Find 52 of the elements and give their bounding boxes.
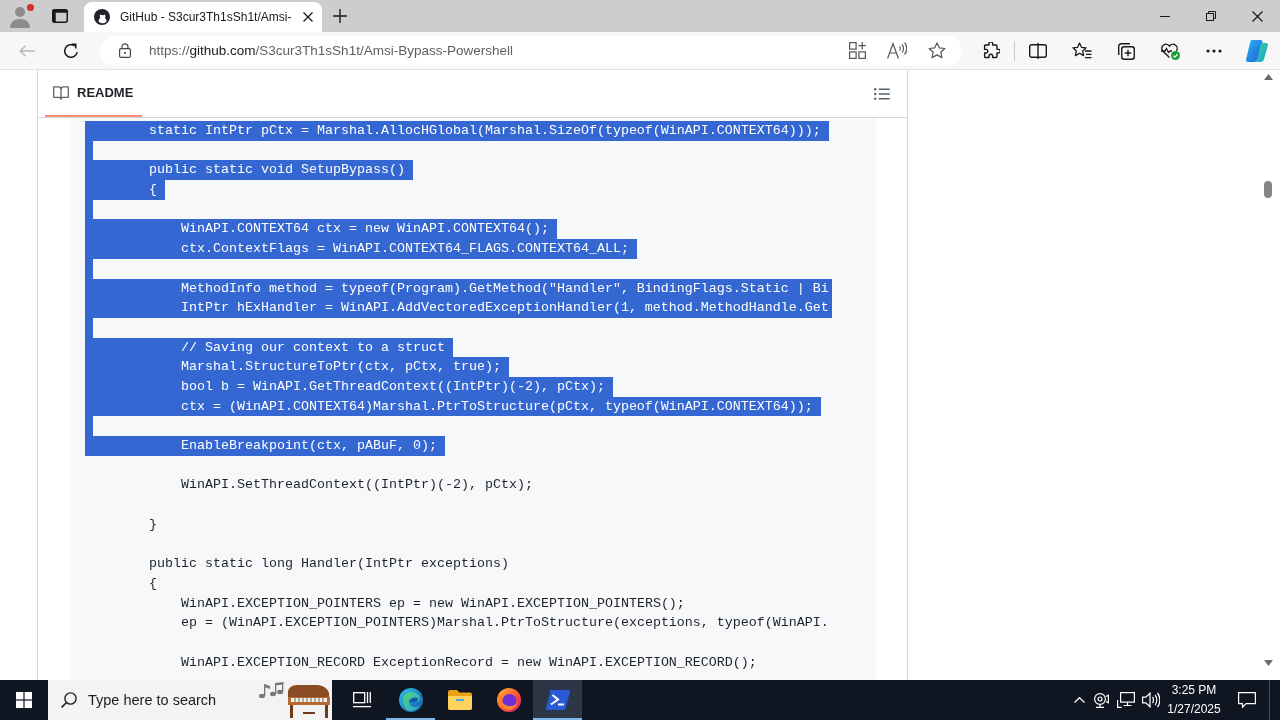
chevron-up-icon[interactable] [1073, 697, 1085, 703]
tab-actions-icon[interactable] [52, 9, 68, 23]
browser-icon[interactable] [398, 688, 423, 712]
star-icon[interactable] [928, 42, 946, 59]
address-field[interactable]: https://github.com/S3cur3Th1sSh1t/Amsi-Bypass-Powershell [100, 35, 962, 66]
close-tab-icon[interactable] [303, 12, 313, 22]
code-line: WinAPI.SetThreadContext((IntPtr)(-2), pCtx); [181, 477, 533, 493]
puzzle-icon[interactable] [982, 41, 1000, 60]
code-line: } [149, 516, 157, 532]
clock-date[interactable]: 1/27/2025 [1167, 700, 1221, 719]
scrollbar-thumb[interactable] [1264, 181, 1272, 198]
plus-icon[interactable] [333, 9, 347, 23]
outline-list-icon[interactable] [874, 87, 890, 100]
profile-avatar-icon[interactable] [10, 4, 34, 28]
code-line: WinAPI.EXCEPTION_POINTERS ep = new WinAPI.EXCEPTION_POINTERS(); [181, 595, 685, 611]
webcam-icon[interactable] [1093, 692, 1109, 708]
restore-icon[interactable] [1206, 11, 1216, 21]
more-icon[interactable] [1206, 48, 1222, 53]
search-bar[interactable]: Type here to search [48, 680, 332, 720]
split-screen-icon[interactable] [1029, 42, 1047, 59]
cat-logo-icon [94, 9, 110, 25]
favorites-icon[interactable] [1072, 42, 1092, 59]
network-icon[interactable] [1117, 692, 1135, 708]
terminal-icon[interactable] [545, 690, 570, 710]
clock-time[interactable]: 3:25 PM [1171, 681, 1217, 700]
start-icon[interactable] [16, 692, 32, 708]
code-line: ep = (WinAPI.EXCEPTION_POINTERS)Marshal.PtrToStructure(exceptions, typeof(WinAPI. [181, 615, 829, 631]
scroll-up-icon[interactable] [1263, 74, 1273, 80]
browser-icon[interactable] [496, 688, 521, 712]
refresh-icon[interactable] [63, 42, 79, 59]
collections-icon[interactable] [1117, 41, 1135, 60]
close-icon[interactable] [1251, 10, 1263, 22]
piano-icon [258, 682, 330, 718]
app-grid-icon[interactable] [848, 42, 866, 59]
scroll-down-icon[interactable] [1263, 660, 1273, 666]
taskbar-button[interactable] [533, 680, 582, 720]
code-line: public static long Handler(IntPtr exceptions) [149, 556, 509, 572]
notification-icon[interactable] [1238, 692, 1256, 708]
search-input[interactable]: Type here to search [88, 690, 258, 710]
code-line: WinAPI.EXCEPTION_RECORD ExceptionRecord = new WinAPI.EXCEPTION_RECORD(); [181, 654, 757, 670]
gradient-logo-icon[interactable] [1246, 39, 1268, 62]
book-icon [53, 85, 69, 100]
task-view-icon[interactable] [352, 692, 371, 708]
folder-icon[interactable] [447, 690, 472, 710]
code-line: { [149, 575, 157, 591]
heart-pulse-icon[interactable] [1160, 41, 1180, 60]
volume-icon[interactable] [1142, 692, 1160, 708]
read-aloud-icon[interactable] [887, 42, 907, 59]
lock-icon[interactable] [119, 43, 131, 58]
search-icon [61, 692, 77, 708]
minimize-icon[interactable] [1160, 15, 1170, 17]
browser-tab[interactable]: GitHub - S3cur3Th1sSh1t/Amsi- [84, 2, 322, 32]
